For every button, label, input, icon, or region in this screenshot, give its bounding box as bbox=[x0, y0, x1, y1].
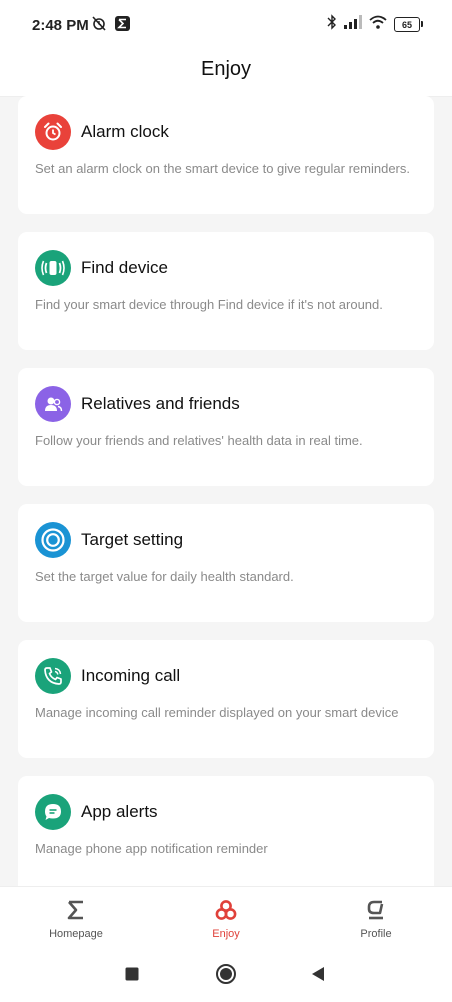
page-header: Enjoy bbox=[0, 50, 452, 97]
nav-homepage[interactable]: Homepage bbox=[16, 887, 136, 949]
find-device-icon bbox=[35, 250, 71, 286]
home-icon[interactable] bbox=[215, 963, 237, 990]
sigma-icon bbox=[64, 898, 88, 922]
back-icon[interactable] bbox=[311, 966, 325, 987]
find-device-card[interactable]: Find device Find your smart device throu… bbox=[18, 232, 434, 350]
friends-icon bbox=[35, 386, 71, 422]
chat-bubble-icon bbox=[35, 794, 71, 830]
system-nav-bar bbox=[0, 948, 452, 1002]
bottom-nav: Homepage Enjoy Profile bbox=[0, 886, 452, 949]
enjoy-icon bbox=[214, 898, 238, 922]
alarm-clock-icon bbox=[35, 114, 71, 150]
recent-apps-icon[interactable] bbox=[125, 967, 139, 986]
card-title: Target setting bbox=[81, 530, 184, 549]
wifi-icon bbox=[369, 15, 387, 34]
card-description: Set an alarm clock on the smart device t… bbox=[35, 161, 411, 176]
target-icon bbox=[35, 522, 71, 558]
sigma-app-icon bbox=[115, 15, 130, 36]
nav-profile[interactable]: Profile bbox=[316, 887, 436, 949]
target-setting-card[interactable]: Target setting Set the target value for … bbox=[18, 504, 434, 622]
status-bar: 2:48 PM 65 bbox=[0, 0, 452, 50]
card-description: Find your smart device through Find devi… bbox=[35, 297, 383, 312]
card-description: Manage phone app notification reminder bbox=[35, 841, 268, 856]
card-title: Find device bbox=[81, 258, 168, 277]
status-time: 2:48 PM bbox=[32, 17, 89, 34]
feature-list: Alarm clock Set an alarm clock on the sm… bbox=[0, 96, 452, 886]
nav-label: Homepage bbox=[49, 928, 103, 940]
status-right-icons: 65 bbox=[327, 14, 423, 35]
card-description: Manage incoming call reminder displayed … bbox=[35, 705, 399, 720]
card-title: Relatives and friends bbox=[81, 394, 240, 413]
alarm-clock-card[interactable]: Alarm clock Set an alarm clock on the sm… bbox=[18, 96, 434, 214]
bluetooth-icon bbox=[327, 14, 337, 35]
nav-enjoy[interactable]: Enjoy bbox=[166, 887, 286, 949]
phone-call-icon bbox=[35, 658, 71, 694]
relatives-friends-card[interactable]: Relatives and friends Follow your friend… bbox=[18, 368, 434, 486]
card-description: Set the target value for daily health st… bbox=[35, 569, 294, 584]
alarm-off-icon bbox=[91, 15, 107, 36]
signal-icon bbox=[344, 15, 362, 34]
profile-icon bbox=[364, 898, 388, 922]
nav-label: Enjoy bbox=[212, 928, 240, 940]
incoming-call-card[interactable]: Incoming call Manage incoming call remin… bbox=[18, 640, 434, 758]
nav-label: Profile bbox=[360, 928, 392, 940]
page-title: Enjoy bbox=[200, 58, 252, 80]
card-title: App alerts bbox=[81, 802, 158, 821]
card-title: Alarm clock bbox=[81, 122, 169, 141]
battery-icon: 65 bbox=[394, 17, 423, 32]
status-left-icons bbox=[91, 15, 130, 36]
card-title: Incoming call bbox=[81, 666, 181, 685]
app-alerts-card[interactable]: App alerts Manage phone app notification… bbox=[18, 776, 434, 886]
card-description: Follow your friends and relatives' healt… bbox=[35, 433, 363, 448]
